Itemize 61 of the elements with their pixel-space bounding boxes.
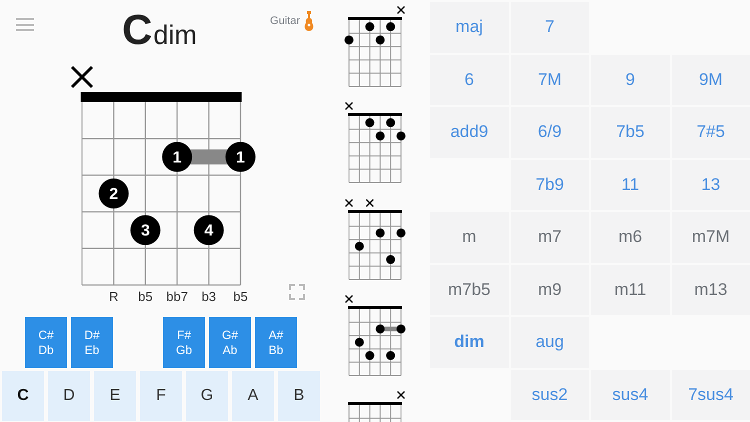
- piano-key[interactable]: G: [186, 371, 228, 421]
- fret-line: [349, 335, 401, 336]
- chord-type-button[interactable]: m7M: [672, 212, 750, 262]
- piano-key[interactable]: A: [232, 371, 274, 421]
- chord-type-button[interactable]: add9: [430, 107, 508, 158]
- piano-key[interactable]: F# Gb: [163, 317, 205, 368]
- chord-type-button[interactable]: 7b9: [510, 160, 589, 210]
- piano-key[interactable]: D: [48, 371, 90, 421]
- string-line: [400, 405, 402, 422]
- finger-dot: 2: [98, 178, 129, 208]
- interval-label: b3: [202, 289, 216, 304]
- finger-dot: 1: [162, 142, 192, 172]
- chord-type-button[interactable]: m7: [510, 212, 589, 262]
- chord-type-button[interactable]: 9M: [672, 54, 750, 105]
- chord-type-button[interactable]: m9: [510, 264, 589, 315]
- nut-bar: [348, 402, 402, 406]
- nut-bar: [348, 210, 402, 213]
- nut-bar: [348, 113, 402, 116]
- chord-type-button[interactable]: dim: [430, 317, 508, 368]
- chord-type-button[interactable]: sus2: [510, 370, 589, 420]
- chord-type-button[interactable]: m13: [672, 264, 750, 315]
- chord-type-button[interactable]: aug: [510, 317, 589, 368]
- finger-dot: 4: [194, 215, 224, 246]
- chord-type-button[interactable]: 7#5: [672, 107, 750, 158]
- chord-type-button[interactable]: 7sus4: [672, 370, 750, 420]
- piano-key[interactable]: B: [278, 371, 320, 421]
- chord-type-button[interactable]: 7M: [510, 54, 589, 105]
- chord-type-button[interactable]: m: [430, 212, 508, 262]
- finger-dot: 3: [130, 215, 160, 246]
- chord-type-button[interactable]: 6: [430, 54, 508, 105]
- chord-type-button[interactable]: 9: [591, 54, 670, 105]
- interval-label: b5: [138, 289, 153, 304]
- piano-key[interactable]: E: [94, 371, 136, 421]
- piano-key[interactable]: G# Ab: [209, 317, 251, 368]
- finger-dot: 1: [226, 142, 256, 172]
- chord-type-button[interactable]: sus4: [591, 370, 670, 420]
- chord-root: C: [122, 6, 152, 54]
- interval-label: bb7: [166, 289, 188, 304]
- chord-type-button[interactable]: 13: [672, 160, 750, 210]
- chord-type-button[interactable]: m7b5: [430, 264, 508, 315]
- piano-key[interactable]: D# Eb: [71, 317, 113, 368]
- interval-label: R: [109, 289, 118, 304]
- menu-icon[interactable]: [16, 18, 34, 31]
- piano-key[interactable]: C: [2, 371, 44, 421]
- piano-key[interactable]: A# Bb: [255, 317, 297, 368]
- interval-label: b5: [233, 289, 248, 304]
- chord-quality: dim: [153, 20, 197, 50]
- chord-type-button[interactable]: m11: [591, 264, 670, 315]
- expand-icon[interactable]: [289, 284, 305, 300]
- nut-bar: [348, 17, 402, 20]
- chord-type-button[interactable]: 11: [591, 160, 670, 210]
- chord-type-button[interactable]: 7b5: [591, 107, 670, 158]
- chord-type-button[interactable]: 7: [510, 2, 589, 52]
- guitar-icon: [304, 10, 314, 30]
- chord-type-button[interactable]: 6/9: [510, 107, 589, 158]
- nut-bar: [348, 306, 402, 309]
- piano-key[interactable]: C# Db: [25, 317, 67, 368]
- chord-type-button[interactable]: m6: [591, 212, 670, 262]
- piano-key[interactable]: F: [140, 371, 182, 421]
- chord-type-button[interactable]: maj: [430, 2, 508, 52]
- instrument-button[interactable]: Guitar: [270, 10, 314, 30]
